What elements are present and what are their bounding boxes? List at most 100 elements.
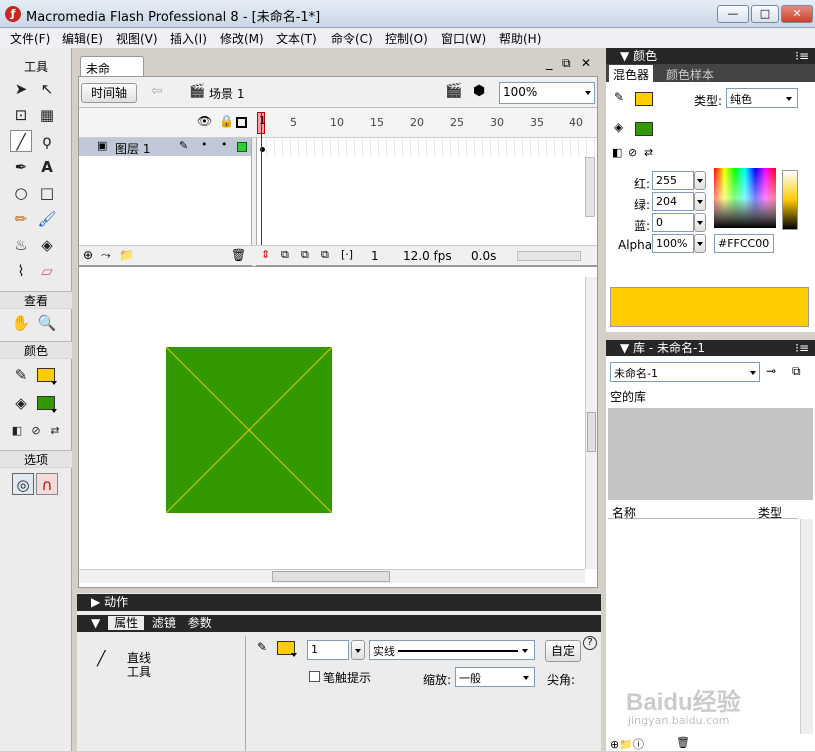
library-doc-dropdown-icon[interactable] xyxy=(750,371,756,375)
lock-icon[interactable]: 🔒 xyxy=(219,114,234,128)
mixer-stroke-swatch[interactable] xyxy=(635,92,653,106)
text-tool-icon[interactable]: A xyxy=(36,156,58,178)
stroke-swatch-arrow-icon[interactable] xyxy=(51,381,57,385)
layer-row[interactable]: ▣ 图层 1 ✎ • • xyxy=(79,138,251,156)
menu-insert[interactable]: 插入(I) xyxy=(170,30,207,47)
stage-hscroll[interactable] xyxy=(79,569,585,583)
edit-symbols-icon[interactable]: ⬢ xyxy=(473,83,485,99)
library-doc-select[interactable]: 未命名-1 xyxy=(610,362,760,382)
ink-bottle-tool-icon[interactable]: ♨ xyxy=(10,234,32,256)
stroke-size-dropdown[interactable] xyxy=(351,640,365,660)
menu-commands[interactable]: 命令(C) xyxy=(331,30,373,47)
tab-filters[interactable]: 滤镜 xyxy=(152,616,176,630)
library-col-name[interactable]: 名称 xyxy=(612,504,636,521)
menu-window[interactable]: 窗口(W) xyxy=(441,30,486,47)
color-panel-menu-icon[interactable]: ⁝≡ xyxy=(795,48,809,64)
zoom-select[interactable]: 100% xyxy=(499,82,595,104)
close-button[interactable]: ✕ xyxy=(781,5,813,23)
add-layer-icon[interactable]: ⊕ xyxy=(83,248,93,262)
eraser-tool-icon[interactable]: ▱ xyxy=(36,260,58,282)
arrow-tool-icon[interactable]: ➤ xyxy=(10,78,32,100)
doc-close-icon[interactable]: ✕ xyxy=(581,56,591,70)
stroke-size-input[interactable]: 1 xyxy=(307,640,349,660)
library-collapse-icon[interactable]: ▼ xyxy=(620,341,629,355)
library-col-type[interactable]: 类型 xyxy=(758,504,782,521)
menu-edit[interactable]: 编辑(E) xyxy=(62,30,103,47)
brush-tool-icon[interactable]: 🖌 xyxy=(36,208,58,230)
fill-transform-tool-icon[interactable]: ▦ xyxy=(36,104,58,126)
timeline-hscroll[interactable] xyxy=(517,251,581,261)
timeline-toggle-button[interactable]: 时间轴 xyxy=(81,83,137,103)
line-tool-icon[interactable]: ╱ xyxy=(10,130,32,152)
stroke-style-select[interactable]: 实线 xyxy=(369,640,535,660)
alpha-dropdown[interactable] xyxy=(694,234,706,253)
stroke-hint-checkbox[interactable] xyxy=(309,671,320,682)
frame-rate[interactable]: 12.0 fps xyxy=(403,249,452,263)
library-menu-icon[interactable]: ⁝≡ xyxy=(795,340,809,356)
center-frame-icon[interactable]: ⇕ xyxy=(261,248,270,261)
library-panel-header[interactable]: ▼ 库 - 未命名-1 ⁝≡ xyxy=(606,340,815,356)
color-panel-header[interactable]: ▼ 颜色 ⁝≡ xyxy=(606,48,815,64)
props-stroke-swatch-arrow-icon[interactable] xyxy=(291,653,297,657)
stroke-style-dropdown-icon[interactable] xyxy=(522,649,528,653)
green-input[interactable]: 204 xyxy=(652,192,694,211)
maximize-button[interactable]: □ xyxy=(751,5,779,23)
eyedropper-tool-icon[interactable]: ⌇ xyxy=(10,260,32,282)
red-input[interactable]: 255 xyxy=(652,171,694,190)
object-drawing-icon[interactable]: ◎ xyxy=(12,473,34,495)
menu-help[interactable]: 帮助(H) xyxy=(499,30,541,47)
lasso-tool-icon[interactable]: ϙ xyxy=(36,130,58,152)
help-icon[interactable]: ? xyxy=(583,636,597,650)
library-new-symbol-icon[interactable]: ⊕📁ⓘ xyxy=(610,736,644,752)
mixer-nocolor-icon[interactable]: ⊘ xyxy=(628,146,637,159)
red-dropdown[interactable] xyxy=(694,171,706,190)
tab-swatches[interactable]: 颜色样本 xyxy=(666,66,714,83)
new-library-icon[interactable]: ⧉ xyxy=(792,364,801,379)
menu-file[interactable]: 文件(F) xyxy=(10,30,50,47)
color-spectrum-shade[interactable] xyxy=(714,168,776,228)
subselect-tool-icon[interactable]: ↖ xyxy=(36,78,58,100)
mixer-swap-icon[interactable]: ⇄ xyxy=(644,146,653,159)
props-collapse-icon[interactable]: ▼ xyxy=(91,616,100,630)
free-transform-tool-icon[interactable]: ⊡ xyxy=(10,104,32,126)
add-guide-icon[interactable]: ⤳ xyxy=(101,248,111,263)
layer-name[interactable]: 图层 1 xyxy=(115,140,150,157)
mixer-bw-icon[interactable]: ◧ xyxy=(612,146,622,159)
back-arrow-icon[interactable]: ⇦ xyxy=(151,83,163,99)
menu-control[interactable]: 控制(O) xyxy=(385,30,428,47)
type-dropdown-icon[interactable] xyxy=(786,97,792,101)
alpha-input[interactable]: 100% xyxy=(652,234,694,253)
stage[interactable] xyxy=(78,266,598,588)
actions-bar[interactable]: ▶ 动作 xyxy=(77,594,601,611)
color-collapse-icon[interactable]: ▼ xyxy=(620,49,629,63)
edit-multiple-icon[interactable]: ⧉ xyxy=(321,248,329,262)
outline-icon[interactable] xyxy=(236,117,247,128)
menu-view[interactable]: 视图(V) xyxy=(116,30,158,47)
snap-magnet-icon[interactable]: ∩ xyxy=(36,473,58,495)
custom-stroke-button[interactable]: 自定 xyxy=(545,640,581,662)
pen-tool-icon[interactable]: ✒ xyxy=(10,156,32,178)
brightness-slider[interactable] xyxy=(782,170,798,230)
pin-library-icon[interactable]: ⊸ xyxy=(766,364,776,378)
blue-input[interactable]: 0 xyxy=(652,213,694,232)
library-vscroll[interactable] xyxy=(800,519,813,734)
zoom-tool-icon[interactable]: 🔍 xyxy=(36,312,58,334)
mixer-fill-swatch[interactable] xyxy=(635,122,653,136)
document-tab[interactable]: 未命名-1* xyxy=(80,56,144,93)
rectangle-tool-icon[interactable]: □ xyxy=(36,182,58,204)
minimize-button[interactable]: — xyxy=(717,5,749,23)
frame-grid[interactable] xyxy=(259,138,597,156)
onion-outlines-icon[interactable]: ⧉ xyxy=(301,248,309,262)
eye-icon[interactable]: 👁 xyxy=(197,114,212,128)
green-dropdown[interactable] xyxy=(694,192,706,211)
swap-colors-icon[interactable]: ⇄ xyxy=(44,420,66,442)
oval-tool-icon[interactable]: ○ xyxy=(10,182,32,204)
hand-tool-icon[interactable]: ✋ xyxy=(10,312,32,334)
hex-input[interactable]: #FFCC00 xyxy=(714,234,774,253)
blue-dropdown[interactable] xyxy=(694,213,706,232)
timeline-vscroll[interactable] xyxy=(585,157,595,217)
stage-vscroll[interactable] xyxy=(585,277,597,569)
add-folder-icon[interactable]: 📁 xyxy=(119,248,134,262)
stage-vscroll-thumb[interactable] xyxy=(587,412,596,452)
library-delete-icon[interactable]: 🗑 xyxy=(676,736,690,749)
